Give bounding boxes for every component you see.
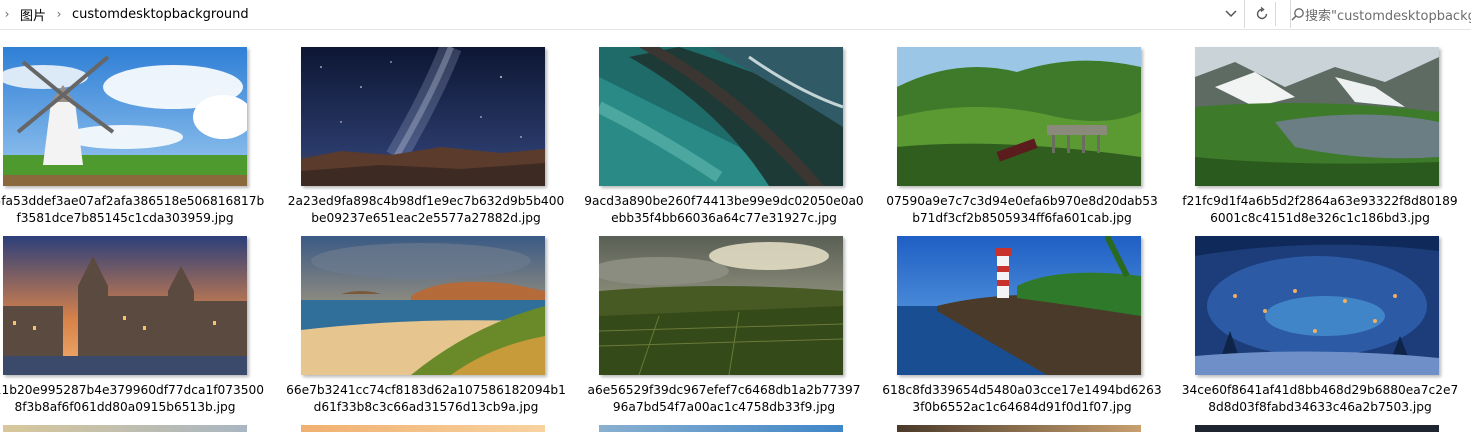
breadcrumb-customdesktopbackground[interactable]: customdesktopbackground <box>66 7 255 22</box>
thumbnail-image <box>1195 236 1439 375</box>
thumbnail-image <box>599 47 843 186</box>
thumbnail-image <box>897 425 1141 432</box>
file-name: f21fc9d1f4a6b5d2f2864a63e93322f8d80189 60… <box>1182 194 1458 225</box>
thumbnail-image <box>897 236 1141 375</box>
thumbnail-image <box>3 425 247 432</box>
file-name: 511b20e995287b4e379960df77dca1f073500 8f3… <box>0 383 265 414</box>
chevron-right-icon[interactable]: › <box>52 7 66 21</box>
address-bar[interactable]: › 图片 › customdesktopbackground <box>0 0 1245 28</box>
file-name: 07590a9e7c7c3d94e0efa6b970e8d20dab53 b71d… <box>886 194 1158 225</box>
search-icon <box>1291 7 1305 21</box>
thumbnail-image <box>897 47 1141 186</box>
breadcrumb-pictures[interactable]: 图片 <box>14 5 52 24</box>
thumbnail-image <box>3 47 247 186</box>
search-placeholder: 搜索"customdesktopbackground" <box>1305 8 1471 24</box>
address-toolbar: › 图片 › customdesktopbackground 搜索"custom… <box>0 0 1471 30</box>
thumbnail-image <box>599 425 843 432</box>
search-input[interactable]: 搜索"customdesktopbackground" <box>1290 0 1471 28</box>
file-name: a6e56529f39dc967efef7c6468db1a2b77397 96a… <box>587 383 861 414</box>
chevron-right-icon[interactable]: › <box>0 7 14 21</box>
chevron-down-icon[interactable] <box>1222 4 1240 24</box>
file-name: 35fa53ddef3ae07af2afa386518e506816817b f3… <box>0 194 265 225</box>
thumbnail-image <box>3 236 247 375</box>
refresh-icon <box>1256 7 1268 20</box>
thumbnail-image <box>1195 47 1439 186</box>
thumbnail-image <box>301 425 545 432</box>
file-name: 618c8fd339654d5480a03cce17e1494bd6263 3f0… <box>882 383 1162 414</box>
file-name: 66e7b3241cc74cf8183d62a107586182094b1 d61… <box>286 383 566 414</box>
thumbnail-image <box>1195 425 1439 432</box>
file-name: 2a23ed9fa898c4b98df1e9ec7b632d9b5b400 be0… <box>287 194 565 225</box>
thumbnail-image <box>301 236 545 375</box>
file-name: 34ce60f8641af41d8bb468d29b6880ea7c2e7 8d8… <box>1181 383 1459 414</box>
refresh-button[interactable] <box>1249 2 1276 26</box>
thumbnail-image <box>301 47 545 186</box>
thumbnail-image <box>599 236 843 375</box>
file-name: 9acd3a890be260f74413be99e9dc02050e0a0 ebb… <box>584 194 864 225</box>
